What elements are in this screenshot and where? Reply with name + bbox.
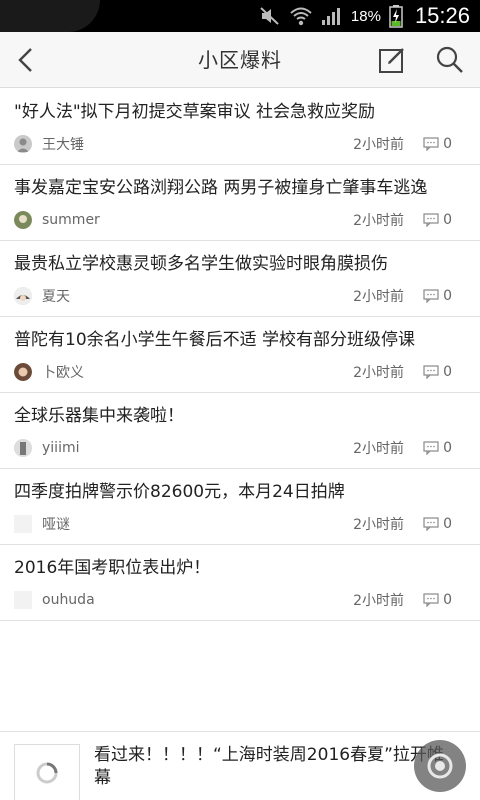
comment-count-value: 0 [443, 592, 452, 608]
post-headline: 四季度拍牌警示价82600元，本月24日拍牌 [14, 482, 345, 502]
post-author: 卜欧义 [42, 365, 84, 381]
comment-count[interactable]: 0 [423, 592, 452, 608]
post-meta: yiiimi 2小时前 0 [14, 428, 466, 468]
comment-count[interactable]: 0 [423, 516, 452, 532]
comment-count-value: 0 [443, 364, 452, 380]
status-bar: 18% 15:26 [0, 0, 480, 32]
post-headline: 普陀有10余名小学生午餐后不适 学校有部分班级停课 [14, 330, 416, 350]
avatar [14, 135, 32, 153]
floating-action-button[interactable] [414, 740, 466, 792]
avatar [14, 211, 32, 229]
post-author: ouhuda [42, 592, 95, 608]
avatar [14, 439, 32, 457]
post-meta: 哑谜 2小时前 0 [14, 504, 466, 544]
comment-count[interactable]: 0 [423, 440, 452, 456]
post-time: 2小时前 [353, 213, 404, 229]
featured-item[interactable]: 看过来！！！！“上海时装周2016春夏”拉开帷幕 [0, 731, 480, 800]
comment-count-value: 0 [443, 440, 452, 456]
post-meta: summer 2小时前 0 [14, 200, 466, 240]
post-meta: 王大锤 2小时前 0 [14, 124, 466, 164]
post-headline: 最贵私立学校惠灵顿多名学生做实验时眼角膜损伤 [14, 254, 388, 274]
post-headline: "好人法"拟下月初提交草案审议 社会急救应奖励 [14, 102, 376, 122]
page-title: 小区爆料 [198, 48, 282, 72]
post-time: 2小时前 [353, 289, 404, 305]
list-item[interactable]: 普陀有10余名小学生午餐后不适 学校有部分班级停课 卜欧义 2小时前 0 [0, 317, 480, 393]
comment-count[interactable]: 0 [423, 212, 452, 228]
avatar [14, 591, 32, 609]
comment-count[interactable]: 0 [423, 136, 452, 152]
comment-count[interactable]: 0 [423, 288, 452, 304]
comment-count[interactable]: 0 [423, 364, 452, 380]
status-icons: 18% 15:26 [259, 0, 470, 32]
avatar [14, 515, 32, 533]
signal-icon [321, 6, 343, 26]
post-author: yiiimi [42, 440, 80, 456]
list-item[interactable]: "好人法"拟下月初提交草案审议 社会急救应奖励 王大锤 2小时前 0 [0, 89, 480, 165]
post-meta: 夏天 2小时前 0 [14, 276, 466, 316]
comment-icon [423, 137, 439, 151]
featured-headline: 看过来！！！！“上海时装周2016春夏”拉开帷幕 [94, 745, 444, 788]
thumbnail [14, 744, 80, 800]
list-item[interactable]: 四季度拍牌警示价82600元，本月24日拍牌 哑谜 2小时前 0 [0, 469, 480, 545]
list-item[interactable]: 2016年国考职位表出炉！ ouhuda 2小时前 0 [0, 545, 480, 621]
post-list: "好人法"拟下月初提交草案审议 社会急救应奖励 王大锤 2小时前 0 事发嘉定宝… [0, 89, 480, 621]
comment-count-value: 0 [443, 136, 452, 152]
notification-area [0, 0, 100, 32]
comment-count-value: 0 [443, 288, 452, 304]
comment-count-value: 0 [443, 212, 452, 228]
comment-count-value: 0 [443, 516, 452, 532]
edit-icon[interactable] [376, 44, 408, 76]
comment-icon [423, 213, 439, 227]
comment-icon [423, 289, 439, 303]
post-headline: 事发嘉定宝安公路浏翔公路 两男子被撞身亡肇事车逃逸 [14, 178, 428, 198]
loading-spinner-icon [36, 762, 58, 783]
comment-icon [423, 593, 439, 607]
post-time: 2小时前 [353, 593, 404, 609]
list-item[interactable]: 事发嘉定宝安公路浏翔公路 两男子被撞身亡肇事车逃逸 summer 2小时前 0 [0, 165, 480, 241]
post-headline: 全球乐器集中来袭啦！ [14, 406, 184, 426]
post-time: 2小时前 [353, 441, 404, 457]
post-author: 王大锤 [42, 137, 84, 153]
comment-icon [423, 441, 439, 455]
post-time: 2小时前 [353, 365, 404, 381]
fab-circle-icon [427, 753, 453, 779]
list-item[interactable]: 全球乐器集中来袭啦！ yiiimi 2小时前 0 [0, 393, 480, 469]
battery-charging-icon [389, 4, 403, 28]
post-author: summer [42, 212, 100, 228]
search-icon[interactable] [434, 44, 466, 76]
wifi-icon [289, 5, 313, 27]
post-headline: 2016年国考职位表出炉！ [14, 558, 211, 578]
app-bar: 小区爆料 [0, 32, 480, 88]
post-meta: ouhuda 2小时前 0 [14, 580, 466, 620]
post-meta: 卜欧义 2小时前 0 [14, 352, 466, 392]
post-time: 2小时前 [353, 137, 404, 153]
post-author: 夏天 [42, 289, 70, 305]
comment-icon [423, 517, 439, 531]
post-time: 2小时前 [353, 517, 404, 533]
list-item[interactable]: 最贵私立学校惠灵顿多名学生做实验时眼角膜损伤 夏天 2小时前 0 [0, 241, 480, 317]
comment-icon [423, 365, 439, 379]
post-author: 哑谜 [42, 517, 70, 533]
mute-icon [259, 6, 281, 26]
status-time: 15:26 [414, 3, 470, 28]
battery-percent: 18% [350, 7, 381, 25]
avatar [14, 363, 32, 381]
avatar [14, 287, 32, 305]
